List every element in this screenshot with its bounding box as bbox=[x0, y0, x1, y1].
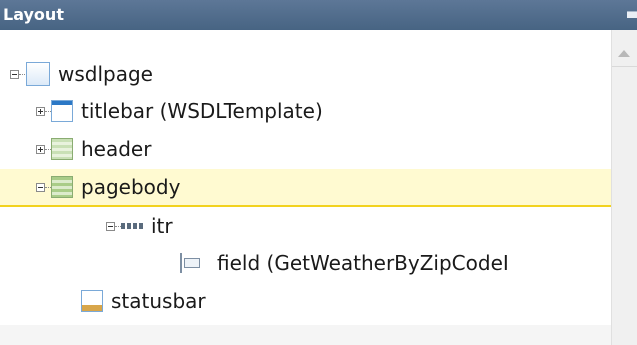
tree-node-label: statusbar bbox=[111, 289, 206, 313]
expand-icon[interactable] bbox=[36, 107, 45, 116]
panel-header: Layout bbox=[0, 0, 637, 30]
layout-tree: wsdlpage titlebar (WSDLTemplate) header … bbox=[0, 30, 611, 345]
header-icon bbox=[51, 138, 73, 160]
scrollbar-divider bbox=[612, 66, 637, 67]
tree-node-label: pagebody bbox=[81, 175, 181, 199]
tree-bottom-strip bbox=[0, 325, 611, 345]
statusbar-icon bbox=[81, 290, 103, 312]
tree-connector bbox=[19, 74, 25, 76]
tree-node-label: field (GetWeatherByZipCodeI bbox=[217, 251, 509, 275]
tree-node-wsdlpage[interactable]: wsdlpage bbox=[0, 55, 611, 93]
titlebar-icon bbox=[51, 100, 73, 122]
panel-title: Layout bbox=[3, 5, 64, 24]
collapse-icon[interactable] bbox=[10, 70, 19, 79]
page-icon bbox=[26, 62, 50, 86]
tree-node-titlebar[interactable]: titlebar (WSDLTemplate) bbox=[0, 93, 611, 131]
tree-node-pagebody[interactable]: pagebody bbox=[0, 169, 611, 207]
collapse-icon[interactable] bbox=[36, 183, 45, 192]
tree-node-label: titlebar (WSDLTemplate) bbox=[81, 99, 323, 123]
minimize-icon[interactable] bbox=[627, 11, 637, 18]
field-icon bbox=[180, 253, 200, 273]
iterator-icon bbox=[121, 223, 145, 229]
tree-node-itr[interactable]: itr bbox=[0, 207, 611, 245]
vertical-scrollbar[interactable] bbox=[611, 30, 637, 345]
tree-node-label: itr bbox=[151, 214, 173, 238]
tree-node-label: wsdlpage bbox=[58, 62, 153, 86]
scroll-up-icon[interactable] bbox=[618, 50, 630, 57]
tree-node-field[interactable]: field (GetWeatherByZipCodeI bbox=[0, 245, 611, 283]
layout-panel: Layout wsdlpage titlebar (WSDLTemplate) … bbox=[0, 0, 637, 345]
tree-node-label: header bbox=[81, 137, 152, 161]
collapse-icon[interactable] bbox=[106, 222, 115, 231]
pagebody-icon bbox=[51, 176, 73, 198]
tree-node-statusbar[interactable]: statusbar bbox=[0, 283, 611, 321]
tree-node-header[interactable]: header bbox=[0, 131, 611, 169]
expand-icon[interactable] bbox=[36, 145, 45, 154]
